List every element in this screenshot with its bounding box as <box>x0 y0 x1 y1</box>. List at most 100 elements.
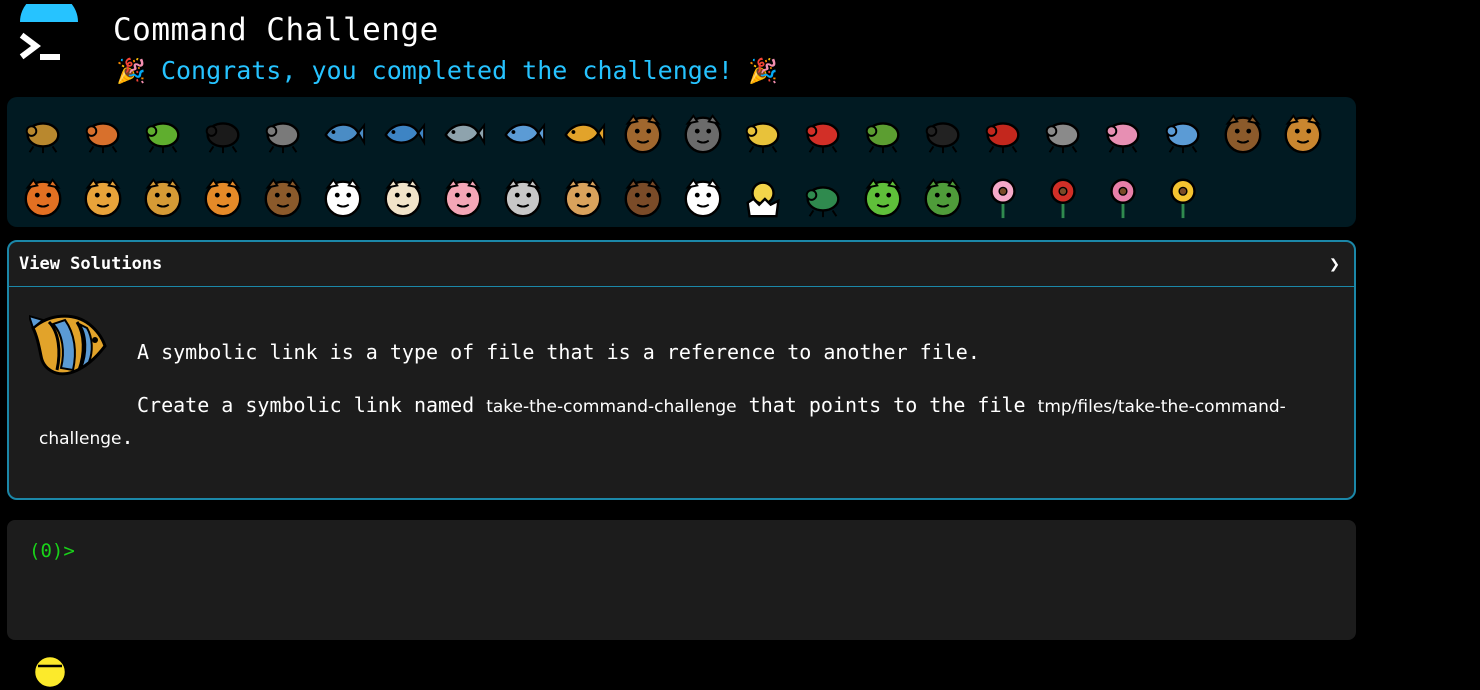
completed-challenges-panel <box>7 97 1356 227</box>
challenge-description: A symbolic link is a type of file that i… <box>137 340 980 364</box>
emoji-item[interactable] <box>1213 101 1273 165</box>
lion-face-icon <box>144 178 182 218</box>
congrats-text: Congrats, you completed the challenge! <box>160 56 733 85</box>
mouse-face-icon <box>504 178 542 218</box>
emoji-item[interactable] <box>1033 165 1093 229</box>
emoji-item[interactable] <box>973 165 1033 229</box>
emoji-item[interactable] <box>1093 165 1153 229</box>
terminal-logo-icon[interactable] <box>14 4 84 76</box>
emoji-item[interactable] <box>373 101 433 165</box>
solutions-panel: View Solutions ❯ A symbolic link is a ty… <box>7 240 1356 500</box>
honeybee-icon <box>745 122 780 154</box>
emoji-item[interactable] <box>553 165 613 229</box>
emoji-item[interactable] <box>433 101 493 165</box>
emoji-item[interactable] <box>13 101 73 165</box>
emoji-item[interactable] <box>853 165 913 229</box>
challenge-task: Create a symbolic link named take-the-co… <box>39 390 1329 454</box>
fly-icon <box>1045 122 1080 154</box>
caterpillar-icon <box>145 122 180 154</box>
wolf-icon <box>684 114 722 154</box>
emoji-item[interactable] <box>553 101 613 165</box>
spider-web-icon <box>265 122 300 154</box>
emoji-item[interactable] <box>733 101 793 165</box>
header: Command Challenge 🎉 Congrats, you comple… <box>0 0 1480 96</box>
fox-face-icon <box>24 178 62 218</box>
emoji-item[interactable] <box>913 165 973 229</box>
emoji-item[interactable] <box>673 101 733 165</box>
emoji-item[interactable] <box>313 165 373 229</box>
emoji-item[interactable] <box>493 165 553 229</box>
congrats-message: 🎉 Congrats, you completed the challenge!… <box>116 54 778 88</box>
emoji-item[interactable] <box>433 165 493 229</box>
dog-face-icon <box>1284 114 1322 154</box>
unicorn-face-icon <box>324 178 362 218</box>
panda-face-icon <box>684 178 722 218</box>
emoji-item[interactable] <box>373 165 433 229</box>
cow-face-icon <box>384 178 422 218</box>
sunflower-icon <box>1170 178 1196 219</box>
hamster-face-icon <box>564 178 602 218</box>
emoji-item[interactable] <box>73 101 133 165</box>
emoji-item[interactable] <box>313 101 373 165</box>
horse-face-icon <box>264 178 302 218</box>
hatching-chick-icon <box>746 181 780 218</box>
cherry-blossom-icon <box>990 178 1016 219</box>
emoji-item[interactable] <box>733 165 793 229</box>
cat-face-icon <box>84 178 122 218</box>
scorpion-icon <box>985 122 1020 154</box>
emoji-item[interactable] <box>793 165 853 229</box>
microbe-icon <box>1165 122 1200 154</box>
hibiscus-icon <box>1110 178 1136 219</box>
whale-icon <box>324 122 366 147</box>
monkey-face-icon <box>1224 114 1262 154</box>
cricket-icon <box>865 122 900 154</box>
emoji-item[interactable] <box>253 165 313 229</box>
tiger-face-icon <box>204 178 242 218</box>
emoji-item[interactable] <box>253 101 313 165</box>
emoji-item[interactable] <box>133 165 193 229</box>
task-suffix: . <box>121 425 134 449</box>
emoji-item[interactable] <box>613 165 673 229</box>
emoji-item[interactable] <box>913 101 973 165</box>
party-popper-icon: 🎉 <box>116 57 146 85</box>
page-title: Command Challenge <box>113 12 439 48</box>
emoji-item[interactable] <box>73 165 133 229</box>
emoji-item[interactable] <box>793 101 853 165</box>
emoji-item[interactable] <box>1093 101 1153 165</box>
blowfish-icon <box>624 114 662 154</box>
emoji-item[interactable] <box>193 165 253 229</box>
emoji-item[interactable] <box>1153 165 1213 229</box>
emoji-item[interactable] <box>973 101 1033 165</box>
emoji-item[interactable] <box>493 101 553 165</box>
spider-icon <box>925 122 960 154</box>
emoji-item[interactable] <box>613 101 673 165</box>
terminal-prompt: (0)> <box>29 540 75 562</box>
view-solutions-label: View Solutions <box>19 254 163 274</box>
task-prefix: Create a symbolic link named <box>137 393 475 417</box>
view-solutions-toggle[interactable]: View Solutions ❯ <box>9 242 1354 287</box>
party-popper-icon: 🎉 <box>747 57 778 85</box>
rose-icon <box>1050 178 1076 219</box>
whale-spouting-icon <box>384 122 426 147</box>
frog-face-icon <box>864 178 902 218</box>
emoji-item[interactable] <box>1273 101 1333 165</box>
bear-face-icon <box>624 178 662 218</box>
emoji-item[interactable] <box>193 101 253 165</box>
emoji-item[interactable] <box>133 101 193 165</box>
emoji-item[interactable] <box>673 165 733 229</box>
task-middle: that points to the file <box>748 393 1026 417</box>
fish-icon <box>504 122 546 147</box>
emoji-item[interactable] <box>853 101 913 165</box>
emoji-item[interactable] <box>13 165 73 229</box>
snail-icon <box>25 122 60 154</box>
emoji-grid <box>13 101 1343 229</box>
link-name: take-the-command-challenge <box>486 397 737 417</box>
lady-beetle-icon <box>805 122 840 154</box>
pig-face-icon <box>444 178 482 218</box>
emoji-item[interactable] <box>1033 101 1093 165</box>
terminal[interactable]: (0)> <box>7 520 1356 640</box>
chevron-right-icon[interactable]: ❯ <box>1329 254 1340 275</box>
emoji-item[interactable] <box>1153 101 1213 165</box>
dragon-face-icon <box>924 178 962 218</box>
tropical-fish-icon <box>564 122 606 147</box>
